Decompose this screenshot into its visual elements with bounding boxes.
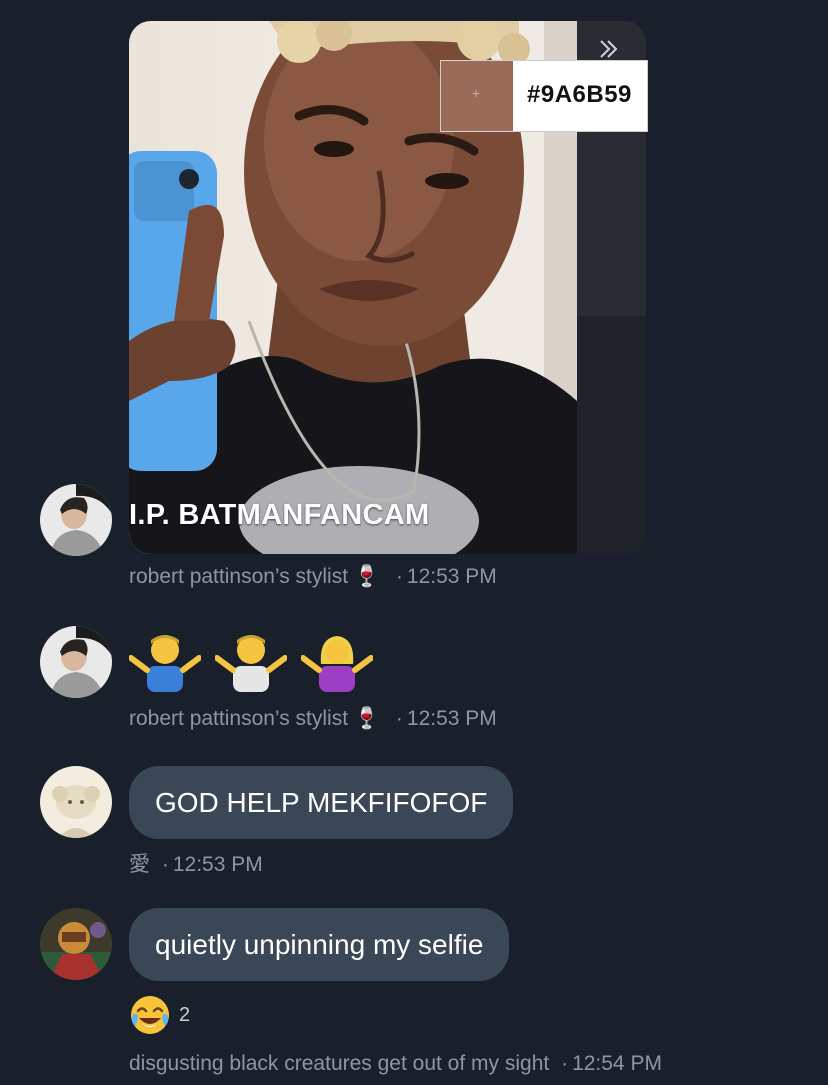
color-hex-value: #9A6B59 [527, 81, 632, 108]
image-caption-overlay: I.P. BATMANFANCAM [129, 499, 430, 531]
face-with-tears-of-joy-icon [131, 996, 169, 1034]
image-side-strip-lower [577, 316, 646, 554]
message-bubble: quietly unpinning my selfie [129, 908, 510, 981]
avatar[interactable] [40, 484, 112, 556]
author-name[interactable]: disgusting black creatures get out of my… [129, 1052, 549, 1075]
message-meta: robert pattinson’s stylist 🍷 · 12:53 PM [129, 565, 497, 588]
message-bubble: GOD HELP MEKFIFOFOF [129, 766, 514, 839]
timestamp: 12:53 PM [406, 565, 497, 588]
color-picker-popup: + #9A6B59 [440, 60, 648, 132]
avatar[interactable] [40, 766, 112, 838]
reaction-pill[interactable]: 2 [129, 994, 190, 1036]
message-meta: disgusting black creatures get out of my… [129, 1052, 662, 1075]
timestamp: 12:54 PM [572, 1052, 662, 1075]
crosshair-icon: + [472, 85, 481, 101]
wine-glass-icon: 🍷 [353, 565, 381, 588]
man-shrugging-icon [129, 635, 201, 692]
wine-glass-icon: 🍷 [353, 707, 381, 730]
author-name[interactable]: 愛 [129, 853, 150, 876]
man-shrugging-icon [215, 635, 287, 692]
author-name[interactable]: robert pattinson’s stylist [129, 565, 348, 588]
avatar[interactable] [40, 908, 112, 980]
timestamp: 12:53 PM [172, 853, 263, 876]
timestamp: 12:53 PM [406, 707, 497, 730]
message-meta: 愛 · 12:53 PM [129, 853, 263, 876]
avatar[interactable] [40, 626, 112, 698]
emoji-message [129, 630, 373, 692]
color-swatch: + [441, 61, 513, 131]
reaction-count: 2 [179, 1003, 191, 1026]
woman-shrugging-icon [301, 636, 373, 692]
message-meta: robert pattinson’s stylist 🍷 · 12:53 PM [129, 707, 497, 730]
author-name[interactable]: robert pattinson’s stylist [129, 707, 348, 730]
